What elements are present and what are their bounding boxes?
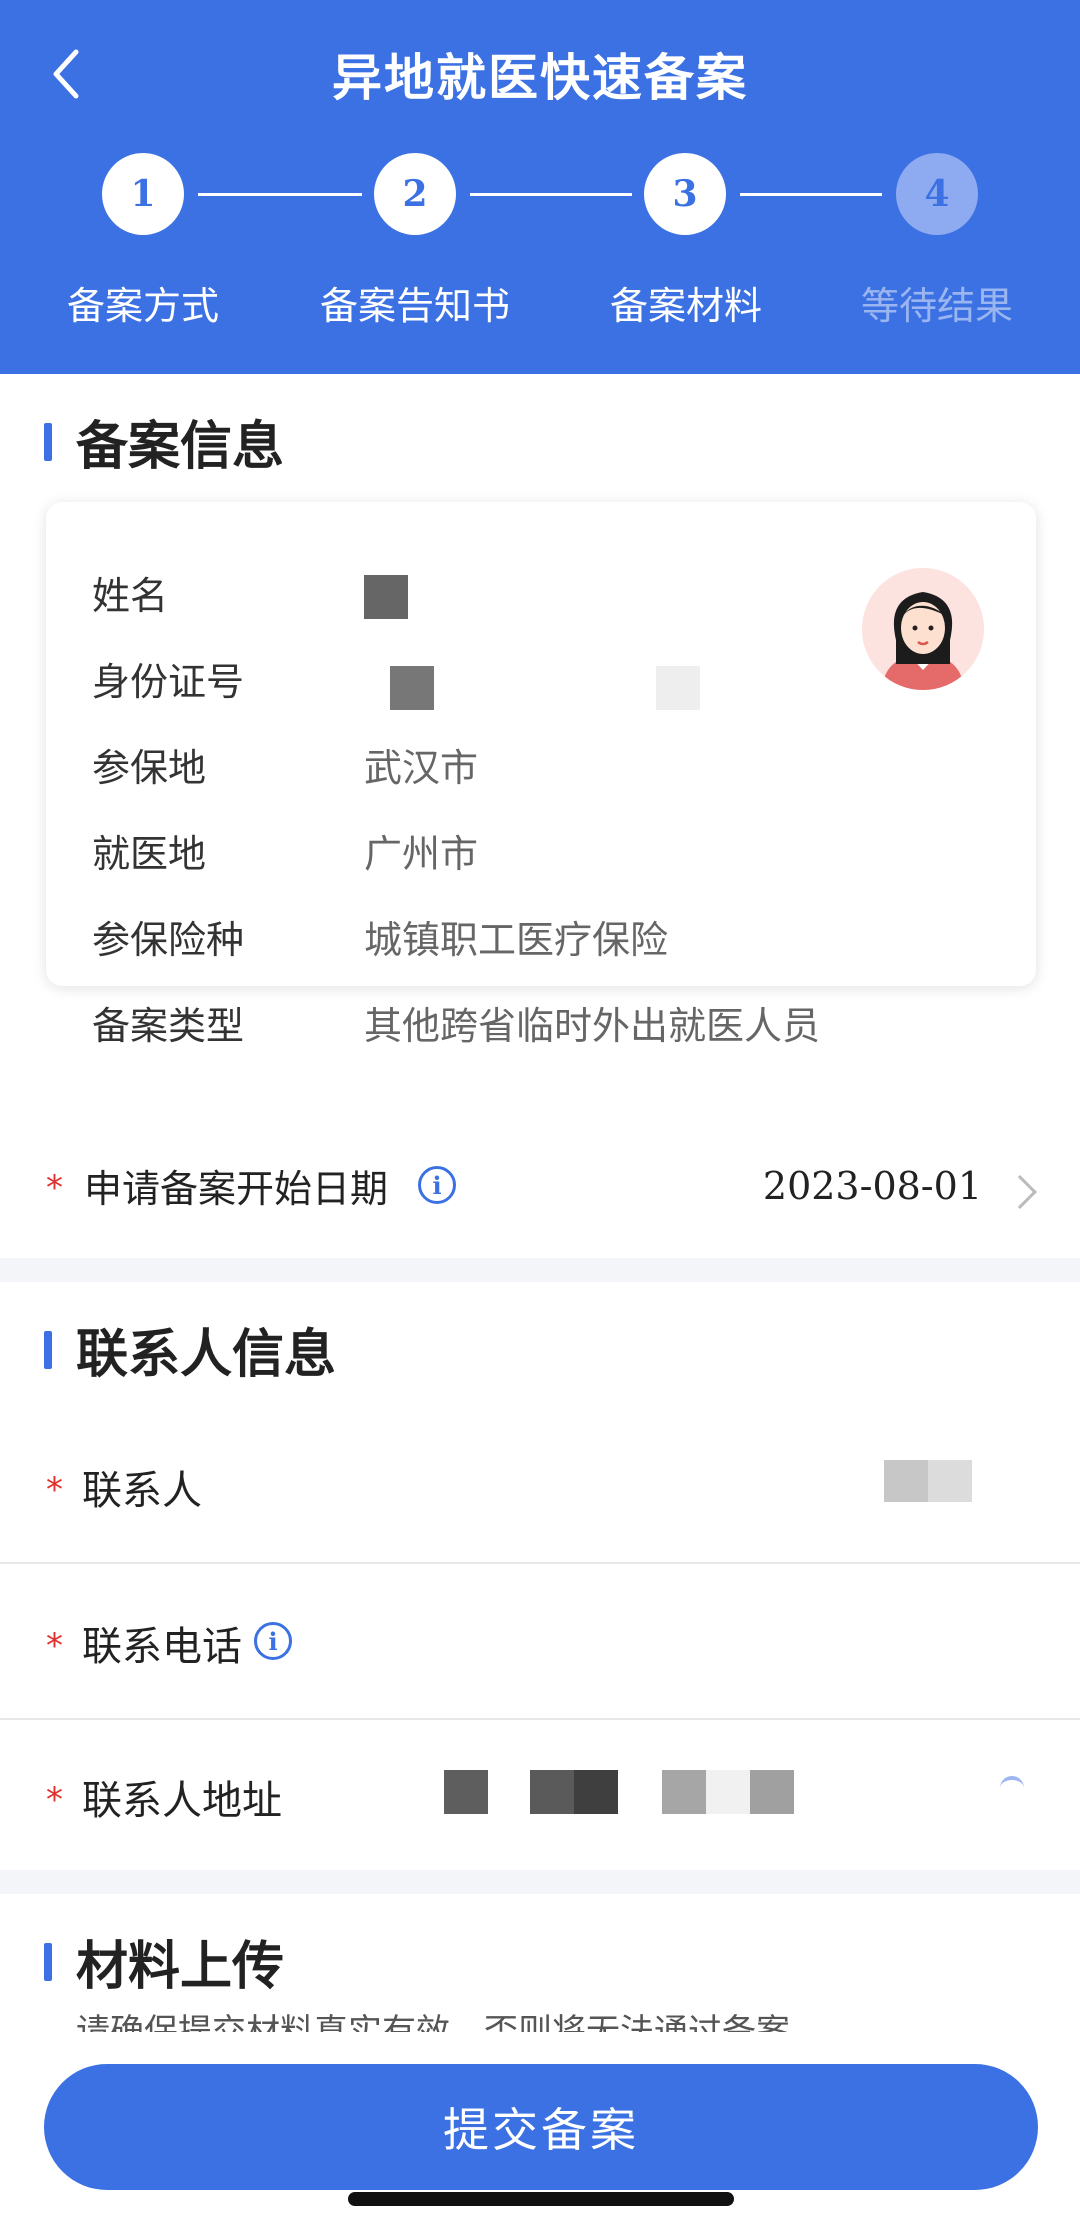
contact-phone-label: 联系电话: [82, 1624, 242, 1670]
required-mark: *: [46, 1780, 63, 1820]
contact-address-label: 联系人地址: [82, 1778, 282, 1824]
insured-place-value: 武汉市: [364, 745, 479, 790]
contact-phone-field[interactable]: [860, 1612, 1020, 1662]
start-date-value[interactable]: 2023-08-01: [763, 1164, 982, 1208]
contact-person-label: 联系人: [82, 1468, 202, 1514]
redacted-address-part[interactable]: [574, 1770, 618, 1814]
info-row-id: 身份证号: [92, 648, 700, 710]
section-accent-bar: [44, 422, 52, 461]
required-mark: *: [46, 1168, 63, 1208]
insurance-type-value: 城镇职工医疗保险: [364, 917, 669, 962]
info-row-treatment-place: 就医地 广州市: [92, 820, 478, 880]
redacted-address-part[interactable]: [750, 1770, 794, 1814]
row-divider: [0, 1718, 1080, 1720]
info-icon[interactable]: i: [254, 1622, 292, 1660]
section-title: 材料上传: [0, 1924, 284, 1999]
treatment-place-label: 就医地: [92, 831, 207, 876]
redacted-id-part: [656, 666, 700, 710]
contact-info-title: 联系人信息: [76, 1325, 337, 1385]
start-date-label: 申请备案开始日期: [84, 1167, 389, 1211]
step-1-circle: 1: [102, 153, 184, 235]
step-1-label: 备案方式: [66, 284, 219, 328]
redacted-name: [364, 575, 408, 619]
step-2-circle: 2: [374, 153, 456, 235]
section-title: 联系人信息: [0, 1312, 336, 1387]
avatar: [862, 568, 984, 690]
filing-type-value: 其他跨省临时外出就医人员: [364, 1003, 821, 1048]
redacted-address-part[interactable]: [706, 1770, 750, 1814]
info-row-filing-type: 备案类型 其他跨省临时外出就医人员: [92, 992, 820, 1052]
id-label: 身份证号: [92, 659, 245, 704]
materials-title: 材料上传: [76, 1937, 285, 1997]
step-4-circle: 4: [896, 153, 978, 235]
step-2-label: 备案告知书: [319, 284, 510, 328]
info-row-insured-place: 参保地 武汉市: [92, 734, 478, 794]
redacted-id-part: [390, 666, 434, 710]
filing-info-title: 备案信息: [76, 417, 285, 477]
required-mark: *: [46, 1470, 63, 1510]
info-icon[interactable]: i: [418, 1166, 456, 1204]
filing-info-card: 姓名 身份证号 参保地 武汉市 就医地 广州市 参保险种 城镇职工医疗保险 备案…: [46, 502, 1036, 1048]
name-label: 姓名: [92, 573, 169, 618]
section-accent-bar: [44, 1330, 52, 1369]
redacted-contact-person[interactable]: [928, 1460, 972, 1502]
required-mark: *: [46, 1626, 63, 1666]
insurance-type-label: 参保险种: [92, 917, 245, 962]
redacted-address-part[interactable]: [444, 1770, 488, 1814]
section-accent-bar: [44, 1942, 52, 1981]
filing-info-section: 备案信息 姓名 身份证号 参保地 武汉市 就医地 广州市 参保险种 城镇职工医疗…: [0, 374, 1080, 1258]
treatment-place-value: 广州市: [364, 831, 479, 876]
step-3-label: 备案材料: [609, 284, 762, 328]
step-connector: [470, 193, 632, 196]
submit-filing-button[interactable]: 提交备案: [44, 2064, 1038, 2190]
step-connector: [198, 193, 362, 196]
filing-type-label: 备案类型: [92, 1003, 245, 1048]
page-title: 异地就医快速备案: [332, 49, 748, 107]
redacted-contact-person[interactable]: [884, 1460, 928, 1502]
insured-place-label: 参保地: [92, 745, 207, 790]
step-3-circle: 3: [644, 153, 726, 235]
step-connector: [740, 193, 882, 196]
materials-note: 请确保提交材料真实有效，否则将无法通过备案: [76, 2012, 790, 2032]
redacted-address-part[interactable]: [662, 1770, 706, 1814]
avatar-woman-icon: [862, 568, 984, 690]
redacted-address-part[interactable]: [530, 1770, 574, 1814]
step-4-label: 等待结果: [860, 284, 1013, 328]
loading-spinner-icon: [1000, 1776, 1024, 1800]
home-indicator: [348, 2192, 734, 2206]
header: 异地就医快速备案 1 2 3 4 备案方式 备案告知书 备案材料 等待结果: [0, 0, 1080, 374]
info-row-insurance-type: 参保险种 城镇职工医疗保险: [92, 906, 668, 966]
chevron-right-icon[interactable]: [1003, 1175, 1037, 1209]
contact-info-section: 联系人信息 * 联系人 * 联系电话 i * 联系人地址: [0, 1282, 1080, 1870]
info-row-name: 姓名: [92, 562, 408, 622]
section-title: 备案信息: [0, 404, 284, 479]
row-divider: [0, 1562, 1080, 1564]
